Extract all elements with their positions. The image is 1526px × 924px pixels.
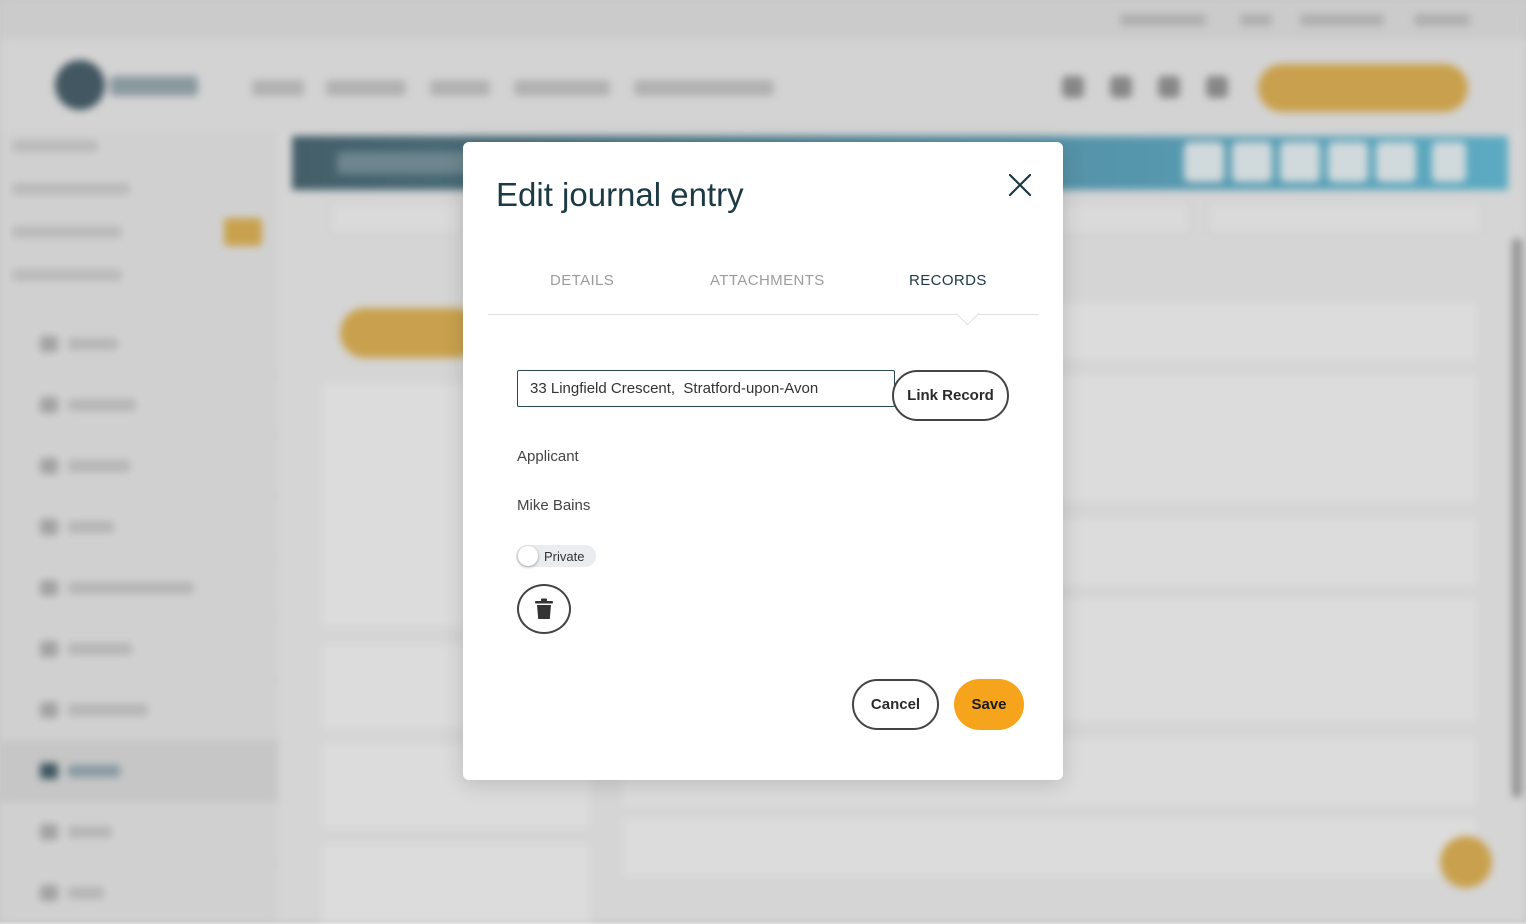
trash-icon bbox=[535, 598, 553, 619]
tab-attachments[interactable]: ATTACHMENTS bbox=[710, 272, 825, 289]
save-button[interactable]: Save bbox=[954, 679, 1024, 730]
delete-record-button[interactable] bbox=[517, 584, 571, 634]
private-toggle-label: Private bbox=[544, 549, 585, 564]
close-button[interactable] bbox=[1003, 168, 1037, 202]
link-record-button[interactable]: Link Record bbox=[892, 370, 1009, 421]
cancel-button[interactable]: Cancel bbox=[852, 679, 939, 730]
close-icon bbox=[1008, 173, 1032, 197]
record-type-label: Applicant bbox=[517, 448, 579, 465]
tab-details[interactable]: DETAILS bbox=[550, 272, 614, 289]
modal-tabs: DETAILS ATTACHMENTS RECORDS bbox=[488, 260, 1039, 326]
edit-journal-modal: Edit journal entry DETAILS ATTACHMENTS R… bbox=[463, 142, 1063, 780]
private-toggle[interactable]: Private bbox=[516, 545, 596, 567]
record-search-input[interactable] bbox=[517, 370, 895, 407]
tab-records[interactable]: RECORDS bbox=[909, 272, 987, 289]
modal-title: Edit journal entry bbox=[496, 176, 744, 213]
toggle-knob bbox=[518, 546, 538, 566]
active-tab-indicator bbox=[955, 301, 980, 326]
record-name: Mike Bains bbox=[517, 497, 591, 514]
